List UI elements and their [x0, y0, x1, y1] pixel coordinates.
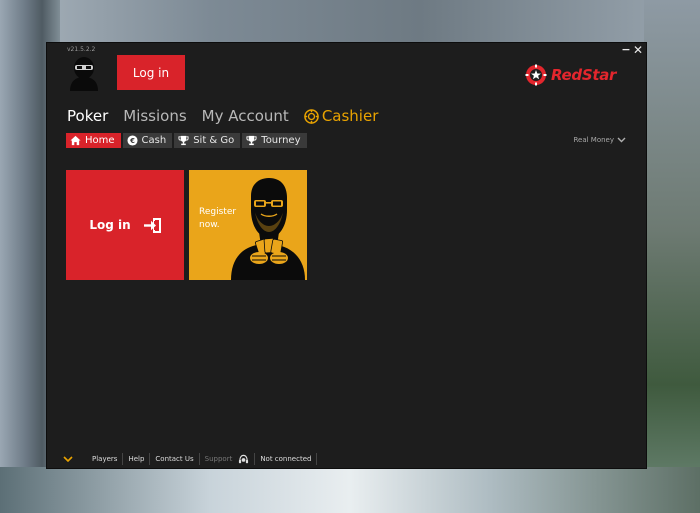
nav-poker[interactable]: Poker	[67, 107, 108, 125]
trophy-icon	[178, 135, 189, 146]
minimize-button[interactable]: −	[620, 44, 632, 56]
tab-cash-label: Cash	[141, 135, 167, 146]
logo-text: RedStar	[551, 66, 617, 84]
login-tile-label: Log in	[89, 218, 131, 232]
footer-link-help[interactable]: Help	[123, 453, 151, 465]
tab-home[interactable]: Home	[66, 133, 121, 148]
tab-tourney[interactable]: Tourney	[242, 133, 307, 148]
chevron-down-icon	[63, 456, 73, 462]
collapse-toggle[interactable]	[63, 456, 79, 462]
avatar[interactable]	[66, 55, 102, 91]
poker-client-window: v21.5.2.2 − ✕ Log in RedStar Poker Missi…	[46, 42, 647, 469]
connection-status: Not connected	[255, 453, 318, 465]
redstar-chip-icon	[525, 64, 547, 86]
nav-cashier-label: Cashier	[321, 107, 379, 125]
chevron-down-icon	[617, 137, 626, 143]
footer-link-contact-us[interactable]: Contact Us	[150, 453, 200, 465]
redstar-logo: RedStar	[525, 63, 616, 87]
chip-icon	[304, 108, 319, 124]
login-tile[interactable]: Log in	[66, 170, 184, 280]
home-icon	[70, 135, 81, 146]
trophy-icon	[246, 135, 257, 146]
main-nav: Poker Missions My Account Cashier	[67, 106, 393, 126]
ninja-avatar-icon	[66, 55, 102, 91]
sign-in-arrow-icon	[143, 217, 161, 233]
tab-sit-and-go-label: Sit & Go	[193, 135, 235, 146]
login-button[interactable]: Log in	[117, 55, 185, 90]
money-mode-dropdown[interactable]: Real Money	[573, 136, 626, 144]
tab-cash[interactable]: € Cash	[122, 133, 173, 148]
footer-link-support-label: Support	[204, 455, 233, 463]
money-mode-label: Real Money	[573, 136, 614, 144]
poker-player-illustration	[231, 178, 305, 280]
desktop-background-bottom	[0, 467, 700, 513]
svg-text:€: €	[129, 137, 135, 145]
desktop-background-top	[0, 0, 700, 44]
nav-cashier[interactable]: Cashier	[304, 107, 379, 125]
footer-link-players[interactable]: Players	[87, 453, 124, 465]
tab-sit-and-go[interactable]: Sit & Go	[174, 133, 241, 148]
tab-home-label: Home	[85, 135, 115, 146]
register-tile[interactable]: Register now.	[189, 170, 307, 280]
chip-icon: €	[126, 135, 138, 146]
headset-icon	[239, 454, 249, 463]
tab-tourney-label: Tourney	[261, 135, 301, 146]
nav-missions[interactable]: Missions	[123, 107, 186, 125]
desktop-background-right	[644, 0, 700, 513]
status-bar: Players Help Contact Us Support Not conn…	[47, 450, 646, 468]
close-button[interactable]: ✕	[632, 44, 644, 56]
footer-link-support[interactable]: Support	[200, 453, 256, 465]
lobby-tabs: Home € Cash Sit & Go Tourney	[66, 133, 309, 148]
version-label: v21.5.2.2	[67, 46, 96, 53]
nav-my-account[interactable]: My Account	[202, 107, 289, 125]
